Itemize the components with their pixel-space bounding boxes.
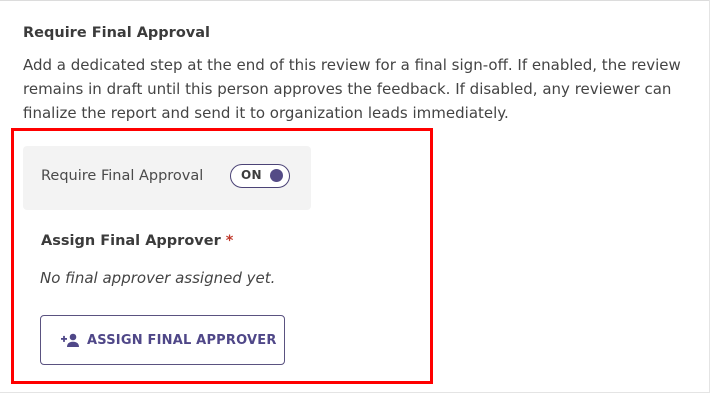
page: Require Final Approval Add a dedicated s… xyxy=(0,0,728,404)
assign-final-approver-button[interactable]: ASSIGN FINAL APPROVER xyxy=(40,315,285,365)
require-approval-panel: Require Final Approval ON xyxy=(23,146,311,210)
require-approval-toggle[interactable]: ON xyxy=(230,164,290,188)
toggle-state-text: ON xyxy=(241,168,262,182)
person-add-icon xyxy=(60,332,80,348)
assign-button-label: ASSIGN FINAL APPROVER xyxy=(87,332,277,348)
assign-approver-title: Assign Final Approver xyxy=(41,233,221,249)
section-title: Require Final Approval xyxy=(23,25,211,41)
toggle-knob xyxy=(270,169,283,182)
right-divider xyxy=(709,0,710,392)
bottom-divider xyxy=(0,392,710,393)
section-description: Add a dedicated step at the end of this … xyxy=(23,56,681,122)
empty-approver-text: No final approver assigned yet. xyxy=(40,269,276,287)
assign-approver-heading: Assign Final Approver * xyxy=(41,233,233,249)
top-divider xyxy=(0,0,710,1)
required-marker: * xyxy=(225,233,234,249)
toggle-label: Require Final Approval xyxy=(41,168,204,184)
